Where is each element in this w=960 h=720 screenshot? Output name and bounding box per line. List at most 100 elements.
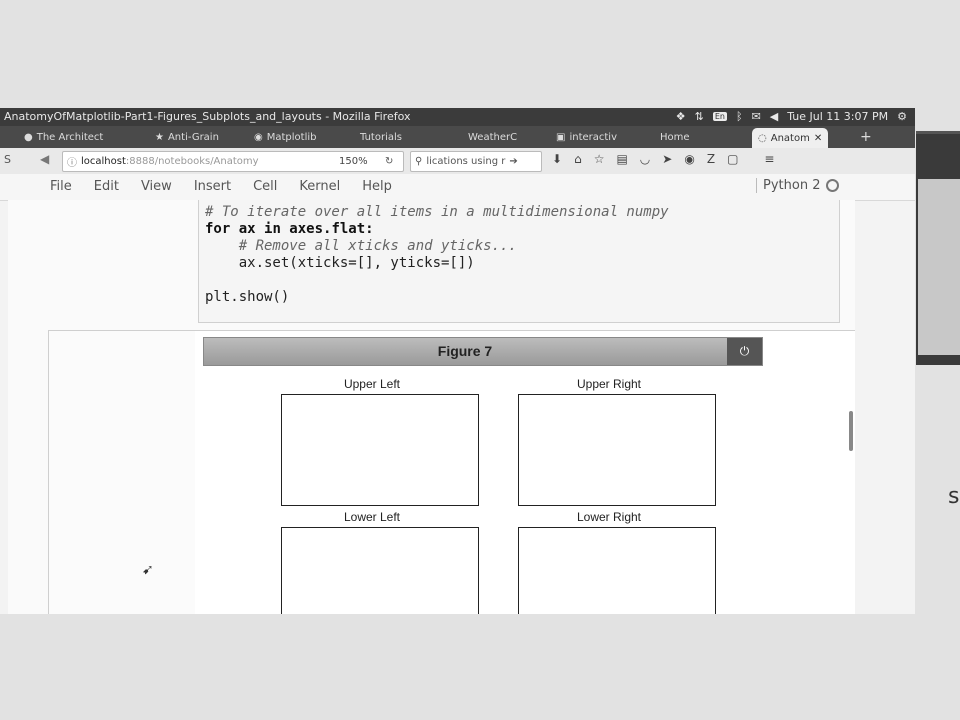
tab-home[interactable]: Home [660,126,690,148]
url-bar[interactable]: ⓘ localhost :8888/notebooks/Anatomy 150%… [62,151,404,172]
background-window-content [918,179,960,355]
download-icon[interactable]: ⬇ [552,152,562,166]
menu-file[interactable]: File [50,179,72,194]
page-icon: ▣ [556,131,566,143]
tab-tutorials[interactable]: Tutorials [360,126,402,148]
subplot-title-lower-left: Lower Left [343,510,401,524]
pocket-icon[interactable]: ◡ [640,152,650,166]
menu-edit[interactable]: Edit [94,179,119,194]
figure-title: Figure 7 [437,343,493,359]
tab-label: The Architect [36,131,104,143]
menu-kernel[interactable]: Kernel [299,179,340,194]
tab-label: Matplotlib [266,131,317,143]
tab-anatomy-active[interactable]: ◌ Anatom ✕ [752,128,829,148]
tab-architect[interactable]: ● The Architect [24,126,103,148]
back-arrow-icon[interactable]: ◀ [40,152,49,166]
notebook-menu-items: File Edit View Insert Cell Kernel Help [50,179,392,194]
tab-label: interactiv [569,131,617,143]
window-titlebar: AnatomyOfMatplotlib-Part1-Figures_Subplo… [0,108,915,126]
subplot-title-upper-left: Upper Left [343,377,401,391]
power-icon: ⏻ [739,344,750,358]
menu-cell[interactable]: Cell [253,179,277,194]
bookmark-star-icon[interactable]: ☆ [594,152,605,166]
dropbox-icon[interactable]: ❖ [676,110,686,123]
figure-close-button[interactable]: ⏻ [727,338,762,365]
output-area: Figure 7 ⏻ Upper Left Upper Right Lower … [195,330,855,614]
star-icon: ★ [155,131,164,143]
subplot-upper-left [281,394,479,506]
tab-bar: ● The Architect ★ Anti-Grain ◉ Matplotlib T… [0,126,915,148]
settings-gear-icon[interactable]: ⚙ [897,110,907,123]
zotero-icon[interactable]: Z [707,152,715,166]
globe-icon: ◉ [254,131,263,143]
home-icon[interactable]: ⌂ [574,152,582,166]
menu-hamburger-icon[interactable]: ≡ [764,152,774,166]
kernel-indicator: Python 2 [756,178,840,193]
code-identifier: ax [230,221,265,237]
mail-icon[interactable]: ✉ [752,110,761,123]
menu-insert[interactable]: Insert [194,179,231,194]
firefox-icon: ● [24,131,33,143]
code-editor[interactable]: # To iterate over all items in a multidi… [205,204,669,306]
jupyter-icon: ◌ [758,132,767,144]
search-icon: ⚲ [415,156,423,167]
mouse-cursor-icon: ➹ [142,562,154,578]
kernel-name: Python 2 [763,178,821,193]
close-tab-icon[interactable]: ✕ [814,133,822,144]
firefox-window: AnatomyOfMatplotlib-Part1-Figures_Subplo… [0,108,915,614]
system-tray: ❖ ⇅ En ᛒ ✉ ◀ Tue Jul 11 3:07 PM ⚙ [676,110,907,123]
notebook-menubar: File Edit View Insert Cell Kernel Help P… [0,174,915,201]
tab-interactive[interactable]: ▣ interactiv [556,126,617,148]
tab-matplotlib[interactable]: ◉ Matplotlib [254,126,316,148]
clock[interactable]: Tue Jul 11 3:07 PM [787,110,888,123]
new-tab-button[interactable]: + [860,126,872,148]
tab-label: Home [660,131,690,143]
toolbar-icons: ⬇ ⌂ ☆ ▤ ◡ ➤ ◉ Z ▢ ≡ [552,152,774,166]
volume-icon[interactable]: ◀ [770,110,778,123]
menu-view[interactable]: View [141,179,172,194]
figure-header: Figure 7 ⏻ [203,337,763,366]
notebook-area: # To iterate over all items in a multidi… [8,200,855,614]
bluetooth-icon[interactable]: ᛒ [736,110,743,123]
subplot-title-lower-right: Lower Right [576,510,642,524]
window-title: AnatomyOfMatplotlib-Part1-Figures_Subplo… [4,110,411,123]
library-icon[interactable]: ▤ [616,152,627,166]
tab-label: Anti-Grain [167,131,219,143]
code-comment: # Remove all xticks and yticks... [205,238,517,254]
zoom-level[interactable]: 150% [339,156,368,167]
screenshot-icon[interactable]: ▢ [727,152,738,166]
background-window [916,131,960,365]
code-comment: # To iterate over all items in a multidi… [205,204,669,220]
subplot-title-upper-right: Upper Right [576,377,642,391]
subplot-lower-right [518,527,716,614]
url-host: localhost [81,156,126,167]
sidebar-toggle-icon[interactable]: S [4,153,11,166]
output-prompt-area [48,330,197,614]
code-identifier: axes.flat: [280,221,374,237]
network-icon[interactable]: ⇅ [695,110,704,123]
code-keyword: for [205,221,231,237]
tab-weather[interactable]: WeatherC [468,126,517,148]
info-icon[interactable]: ⓘ [67,154,77,169]
send-icon[interactable]: ➤ [662,152,672,166]
reload-icon[interactable]: ↻ [385,156,393,167]
tab-label: Tutorials [360,131,402,143]
tab-label: Anatom [770,132,810,144]
extension-icon[interactable]: ◉ [684,152,694,166]
subplot-lower-left [281,527,479,614]
tab-label: WeatherC [468,131,518,143]
menu-help[interactable]: Help [362,179,392,194]
code-line: plt.show() [205,289,290,305]
code-line: ax.set(xticks=[], yticks=[]) [205,255,475,271]
code-keyword: in [264,221,281,237]
code-cell[interactable]: # To iterate over all items in a multidi… [198,200,840,323]
output-scrollbar[interactable] [849,411,853,451]
tab-anti-grain[interactable]: ★ Anti-Grain [155,126,219,148]
url-path: :8888/notebooks/Anatomy [125,156,259,167]
kernel-status-icon [826,179,840,192]
search-go-icon[interactable]: ➔ [509,156,517,167]
navigation-bar: S ◀ ⓘ localhost :8888/notebooks/Anatomy … [0,148,915,175]
subplot-upper-right [518,394,716,506]
search-bar[interactable]: ⚲ lications using r ➔ [410,151,542,172]
keyboard-layout-badge[interactable]: En [712,112,727,121]
